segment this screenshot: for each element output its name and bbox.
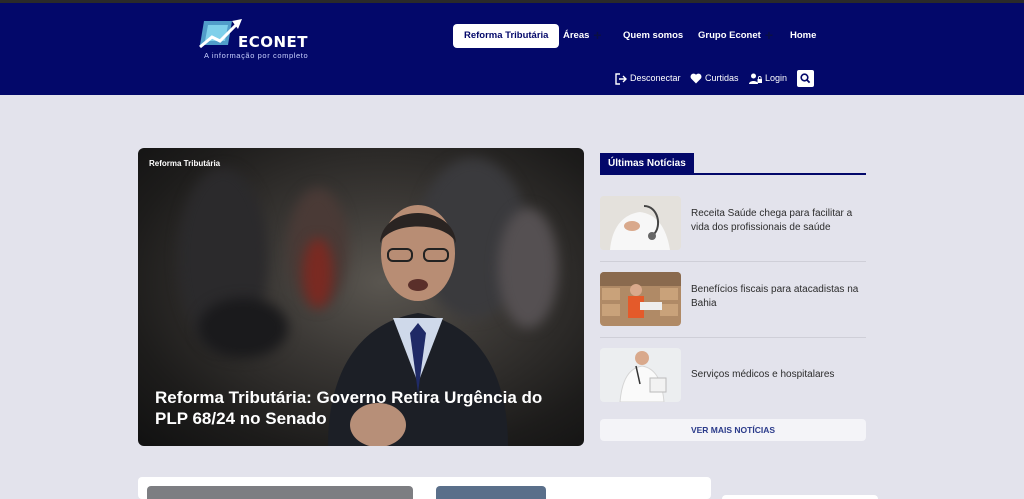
card-thumbnail[interactable] [436,486,546,499]
nav-label: Grupo Econet [698,30,761,41]
divider [600,261,866,262]
likes-label: Curtidas [705,73,739,83]
news-thumbnail [600,196,681,250]
latest-news-heading: Últimas Notícias [600,153,694,174]
see-more-news-button[interactable]: VER MAIS NOTÍCIAS [600,419,866,441]
nav-label: Home [790,30,817,41]
divider [600,337,866,338]
login-link[interactable]: Login [749,69,787,87]
heart-icon [690,73,702,84]
news-title[interactable]: Receita Saúde chega para facilitar a vid… [691,207,866,234]
heading-underline [600,173,866,175]
news-cards-row [138,477,711,499]
likes-link[interactable]: Curtidas [690,69,739,87]
site-header: ECONET A informação por completo Reforma… [0,3,1024,95]
news-item[interactable]: Serviços médicos e hospitalares [600,348,866,402]
nav-item-quem-somos[interactable]: Quem somos [623,24,683,48]
logout-icon [615,72,627,85]
featured-title[interactable]: Reforma Tributária: Governo Retira Urgên… [155,387,565,429]
news-title[interactable]: Serviços médicos e hospitalares [691,368,866,382]
nav-label: Quem somos [623,30,684,41]
plus-icon: + [764,27,773,44]
site-logo[interactable]: ECONET A informação por completo [198,17,328,63]
nav-item-areas[interactable]: Áreas + [563,24,602,48]
news-thumbnail [600,272,681,326]
nav-label: Áreas [563,30,590,41]
logout-label: Desconectar [630,73,681,83]
card-thumbnail[interactable] [147,486,413,499]
news-item[interactable]: Receita Saúde chega para facilitar a vid… [600,196,866,250]
logout-link[interactable]: Desconectar [615,69,681,87]
featured-article[interactable]: Reforma Tributária Reforma Tributária: G… [138,148,584,446]
login-label: Login [765,73,788,83]
nav-item-reforma-tributaria[interactable]: Reforma Tributária [453,24,560,48]
search-button[interactable] [797,70,814,87]
plus-icon: + [593,27,602,44]
logo-tagline: A informação por completo [204,51,309,60]
nav-item-grupo-econet[interactable]: Grupo Econet + [698,24,773,48]
featured-category[interactable]: Reforma Tributária [149,159,220,168]
news-item[interactable]: Benefícios fiscais para atacadistas na B… [600,272,866,326]
nav-label: Reforma Tributária [464,30,549,41]
news-title[interactable]: Benefícios fiscais para atacadistas na B… [691,283,866,310]
search-icon [800,73,811,84]
news-thumbnail [600,348,681,402]
microphone [198,298,288,358]
side-card [722,495,878,499]
nav-item-home[interactable]: Home [790,24,816,48]
user-lock-icon [749,73,762,85]
logo-wordmark: ECONET [238,33,309,51]
